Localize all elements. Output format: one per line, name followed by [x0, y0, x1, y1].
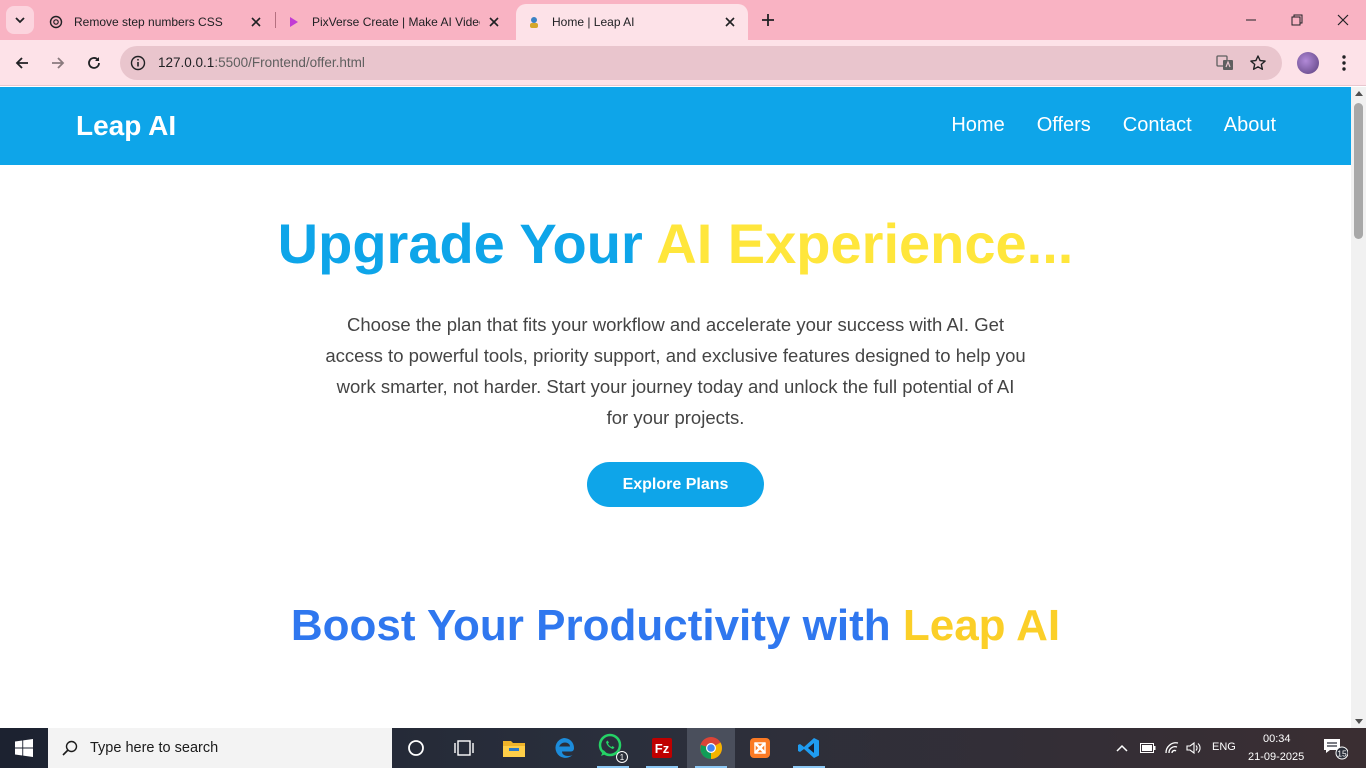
notification-count: 15: [1337, 749, 1347, 759]
notification-center-icon[interactable]: 15: [1318, 728, 1352, 768]
hero-title-part2: AI Experience...: [656, 212, 1074, 275]
site-logo[interactable]: Leap AI: [76, 110, 176, 142]
taskbar-search-box[interactable]: Type here to search: [48, 728, 392, 768]
chatgpt-icon: [48, 14, 64, 30]
svg-text:Fz: Fz: [655, 741, 670, 756]
clock-date[interactable]: 21-09-2025: [1248, 751, 1304, 763]
nav-links: Home Offers Contact About: [951, 114, 1276, 137]
new-tab-button[interactable]: [756, 8, 780, 32]
close-icon: [1337, 14, 1349, 26]
chrome-icon[interactable]: [687, 728, 735, 768]
hero-title-part1: Upgrade Your: [277, 212, 643, 275]
windows-taskbar: Type here to search 1 Fz ENG 00:34 21-09…: [0, 728, 1366, 768]
language-indicator[interactable]: ENG: [1212, 741, 1236, 753]
search-placeholder: Type here to search: [90, 740, 219, 756]
scrollbar-thumb[interactable]: [1354, 103, 1363, 239]
windows-logo-icon: [15, 739, 33, 757]
search-icon: [62, 740, 78, 756]
address-bar[interactable]: 127.0.0.1:5500/Frontend/offer.html: [120, 46, 1282, 80]
minimize-button[interactable]: [1228, 0, 1274, 40]
cortana-icon[interactable]: [392, 728, 440, 768]
browser-menu-button[interactable]: [1334, 52, 1354, 74]
tab-close-icon[interactable]: [248, 14, 264, 30]
url-path: :5500/Frontend/offer.html: [214, 55, 365, 70]
hero-title: Upgrade Your AI Experience...: [0, 211, 1351, 276]
tab-title: Remove step numbers CSS: [74, 15, 223, 29]
arrow-right-icon: [52, 57, 65, 69]
scroll-down-arrow-icon[interactable]: [1355, 719, 1363, 724]
page-viewport: Leap AI Home Offers Contact About Upgrad…: [0, 87, 1351, 728]
arrow-left-icon: [15, 57, 28, 69]
leap-ai-favicon: [526, 14, 542, 30]
tab-pixverse[interactable]: PixVerse Create | Make AI Video: [276, 4, 512, 40]
xampp-icon[interactable]: [736, 728, 784, 768]
nav-link-about[interactable]: About: [1224, 114, 1276, 137]
tab-close-icon[interactable]: [486, 14, 502, 30]
tab-title: Home | Leap AI: [552, 15, 635, 29]
reload-button[interactable]: [79, 48, 109, 78]
hero-description: Choose the plan that fits your workflow …: [325, 314, 1026, 428]
browser-tab-bar: Remove step numbers CSS PixVerse Create …: [0, 0, 1366, 40]
restore-icon: [1291, 14, 1303, 26]
browser-toolbar: 127.0.0.1:5500/Frontend/offer.html: [0, 40, 1366, 86]
tab-search-button[interactable]: [6, 6, 34, 34]
tab-home-leap-ai[interactable]: Home | Leap AI: [516, 4, 748, 40]
volume-icon[interactable]: [1182, 728, 1206, 768]
edge-icon[interactable]: [540, 728, 588, 768]
filezilla-icon[interactable]: Fz: [638, 728, 686, 768]
vscode-icon[interactable]: [785, 728, 833, 768]
nav-link-home[interactable]: Home: [951, 114, 1004, 137]
minimize-icon: [1246, 19, 1256, 21]
reload-icon: [88, 57, 100, 69]
page-scrollbar[interactable]: [1351, 87, 1366, 728]
back-button[interactable]: [7, 48, 37, 78]
more-vert-icon: [1342, 55, 1346, 71]
section-title-part1: Boost Your Productivity with: [290, 601, 891, 650]
whatsapp-badge: 1: [620, 753, 625, 762]
whatsapp-icon[interactable]: 1: [589, 728, 637, 768]
star-icon: [1250, 55, 1266, 70]
chevron-down-icon: [15, 17, 25, 24]
bookmark-button[interactable]: [1247, 52, 1269, 74]
tab-remove-step-numbers[interactable]: Remove step numbers CSS: [38, 4, 274, 40]
file-explorer-icon[interactable]: [490, 728, 538, 768]
nav-link-offers[interactable]: Offers: [1037, 114, 1091, 137]
clock-time[interactable]: 00:34: [1263, 733, 1291, 745]
profile-avatar[interactable]: [1297, 52, 1319, 74]
tab-title: PixVerse Create | Make AI Video: [312, 15, 480, 29]
tray-overflow-chevron-icon[interactable]: [1110, 728, 1134, 768]
restore-button[interactable]: [1274, 0, 1320, 40]
url-host: 127.0.0.1: [158, 55, 215, 70]
forward-button[interactable]: [43, 48, 73, 78]
site-navbar: Leap AI Home Offers Contact About: [0, 87, 1351, 165]
section-title: Boost Your Productivity with Leap AI: [0, 601, 1351, 651]
plus-icon: [762, 14, 774, 26]
wifi-icon[interactable]: [1160, 728, 1184, 768]
tab-close-icon[interactable]: [722, 14, 738, 30]
scroll-up-arrow-icon[interactable]: [1355, 91, 1363, 96]
pixverse-icon: [286, 14, 302, 30]
battery-icon[interactable]: [1136, 728, 1160, 768]
close-window-button[interactable]: [1320, 0, 1366, 40]
task-view-icon[interactable]: [440, 728, 488, 768]
section-title-part2: Leap AI: [902, 601, 1061, 650]
site-info-icon[interactable]: [128, 53, 148, 73]
url-text[interactable]: 127.0.0.1:5500/Frontend/offer.html: [158, 55, 365, 70]
translate-button[interactable]: [1214, 52, 1236, 74]
start-button[interactable]: [0, 728, 48, 768]
translate-icon: [1216, 55, 1233, 70]
nav-link-contact[interactable]: Contact: [1123, 114, 1192, 137]
explore-plans-button[interactable]: Explore Plans: [587, 462, 764, 507]
